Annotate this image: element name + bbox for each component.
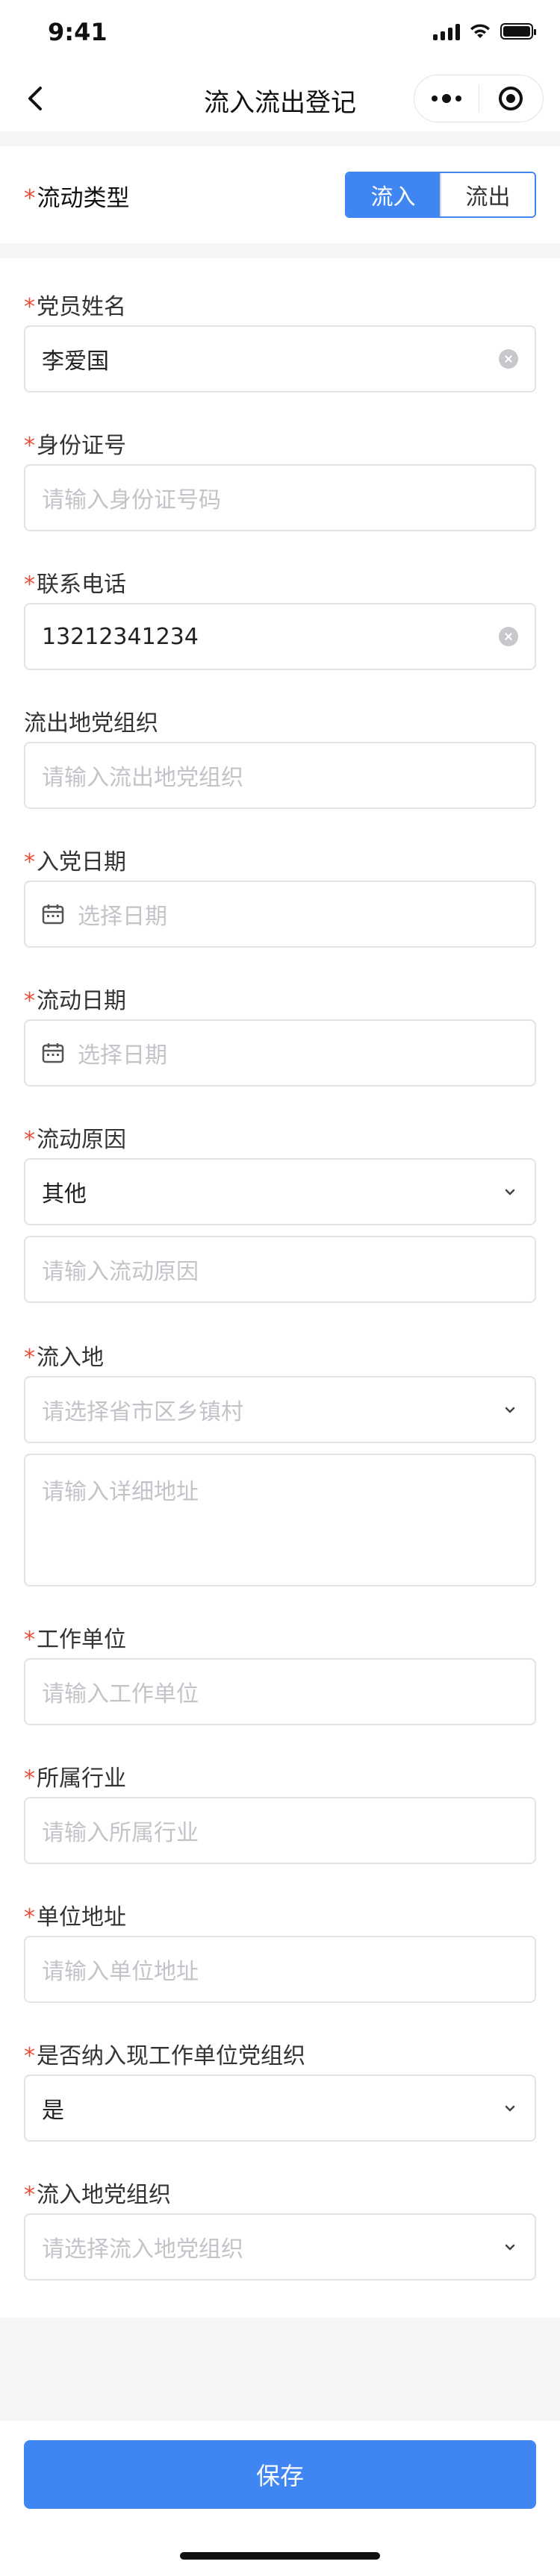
status-bar: 9:41	[0, 0, 560, 66]
chevron-down-icon	[505, 1189, 515, 1195]
flow-type-label: *流动类型	[24, 185, 130, 212]
id-number-label: *身份证号	[24, 433, 126, 459]
id-number-input[interactable]: 请输入身份证号码	[24, 464, 536, 531]
employer-address-label: *单位地址	[24, 1904, 126, 1931]
chevron-down-icon	[505, 2244, 515, 2251]
out-org-label: 流出地党组织	[24, 710, 158, 737]
close-program-button[interactable]	[479, 75, 544, 122]
employer-label: *工作单位	[24, 1627, 126, 1653]
chevron-down-icon	[505, 2105, 515, 2112]
name-input[interactable]: 李爱国	[24, 325, 536, 393]
more-button[interactable]	[414, 75, 479, 122]
phone-input[interactable]: 13212341234	[24, 603, 536, 670]
join-date-label: *入党日期	[24, 849, 126, 875]
signal-icon	[433, 22, 460, 40]
nav-bar: 流入流出登记	[0, 66, 560, 131]
target-circle-icon	[499, 87, 523, 110]
status-icons	[433, 22, 536, 40]
wifi-icon	[470, 24, 490, 38]
calendar-icon	[42, 904, 64, 925]
registration-form: *党员姓名 李爱国 *身份证号 请输入身份证号码 *联系电话 132123412…	[0, 258, 560, 2318]
flow-type-section: *流动类型 流入 流出	[0, 146, 560, 243]
phone-label: *联系电话	[24, 572, 126, 598]
name-label: *党员姓名	[24, 294, 126, 320]
flow-date-label: *流动日期	[24, 988, 126, 1014]
destination-label: *流入地	[24, 1345, 104, 1371]
home-indicator	[180, 2552, 380, 2560]
clear-icon[interactable]	[499, 349, 518, 369]
flow-type-segmented-control: 流入 流出	[345, 172, 536, 218]
join-date-picker[interactable]: 选择日期	[24, 881, 536, 948]
in-employer-org-select[interactable]: 是	[24, 2075, 536, 2142]
destination-address-textarea[interactable]: 请输入详细地址	[24, 1454, 536, 1586]
in-employer-org-label: *是否纳入现工作单位党组织	[24, 2043, 305, 2069]
in-org-select[interactable]: 请选择流入地党组织	[24, 2213, 536, 2280]
bottom-action-bar: 保存	[0, 2421, 560, 2576]
industry-label: *所属行业	[24, 1766, 126, 1792]
clear-icon[interactable]	[499, 627, 518, 646]
destination-region-select[interactable]: 请选择省市区乡镇村	[24, 1376, 536, 1443]
more-dots-icon	[431, 94, 461, 103]
flow-reason-detail-input[interactable]: 请输入流动原因	[24, 1236, 536, 1303]
flow-date-picker[interactable]: 选择日期	[24, 1019, 536, 1087]
flow-reason-label: *流动原因	[24, 1127, 126, 1153]
employer-address-input[interactable]: 请输入单位地址	[24, 1936, 536, 2003]
industry-input[interactable]: 请输入所属行业	[24, 1797, 536, 1864]
required-mark: *	[24, 185, 36, 212]
mini-program-capsule	[414, 75, 544, 122]
out-org-input[interactable]: 请输入流出地党组织	[24, 742, 536, 809]
status-time: 9:41	[48, 18, 108, 46]
chevron-down-icon	[505, 1407, 515, 1413]
flow-out-option[interactable]: 流出	[440, 173, 535, 216]
battery-icon	[500, 23, 536, 40]
flow-reason-select[interactable]: 其他	[24, 1158, 536, 1225]
calendar-icon	[42, 1043, 64, 1063]
in-org-label: *流入地党组织	[24, 2182, 171, 2208]
flow-in-option[interactable]: 流入	[346, 173, 440, 216]
employer-input[interactable]: 请输入工作单位	[24, 1658, 536, 1725]
save-button[interactable]: 保存	[24, 2440, 536, 2509]
